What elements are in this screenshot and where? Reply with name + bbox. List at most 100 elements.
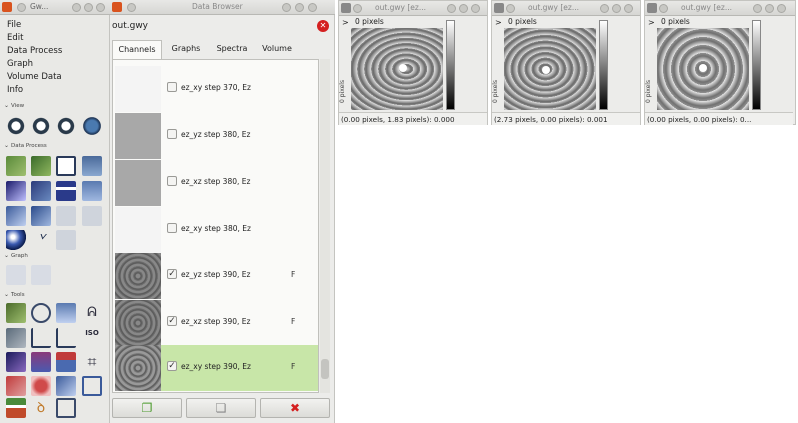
spectro-icon[interactable]: ᕱ: [82, 303, 102, 323]
section-graph[interactable]: ⌄ Graph: [4, 252, 28, 259]
list-item[interactable]: ez_xy step 380, Ez: [115, 207, 318, 253]
section-data-process[interactable]: ⌄ Data Process: [4, 142, 47, 149]
polynomial-icon[interactable]: [6, 352, 26, 372]
menu-info[interactable]: Info: [7, 85, 23, 95]
browser-titlebar[interactable]: Data Browser: [110, 0, 335, 15]
stats-tool-icon[interactable]: [56, 352, 76, 372]
3d-view-icon[interactable]: [82, 116, 102, 136]
visibility-checkbox[interactable]: ✓: [167, 316, 177, 326]
remove-spots-icon[interactable]: [6, 376, 26, 396]
menu-icon[interactable]: [17, 3, 26, 12]
list-item[interactable]: ez_xy step 370, Ez: [115, 66, 318, 112]
iso-icon[interactable]: ISO: [82, 328, 102, 348]
menu-graph[interactable]: Graph: [7, 59, 33, 69]
stats-icon[interactable]: [31, 206, 51, 226]
minimize-icon[interactable]: [753, 4, 762, 13]
mask-icon[interactable]: [6, 328, 26, 348]
level-icon[interactable]: [6, 156, 26, 176]
maximize-icon[interactable]: [765, 4, 774, 13]
list-item[interactable]: ✓ ez_yz step 390, Ez F: [115, 253, 318, 299]
menu-file[interactable]: File: [7, 20, 21, 30]
facet-level-icon[interactable]: [31, 156, 51, 176]
rotate-icon[interactable]: [6, 181, 26, 201]
menu-icon[interactable]: [353, 4, 362, 13]
pencil-icon[interactable]: ꝺ: [31, 398, 51, 418]
field-image[interactable]: [504, 28, 596, 110]
close-icon[interactable]: [471, 4, 480, 13]
ruler-arrow[interactable]: >: [342, 18, 349, 27]
close-icon[interactable]: [96, 3, 105, 12]
flip-icon[interactable]: [31, 181, 51, 201]
visibility-checkbox[interactable]: [167, 129, 177, 139]
grain-remove-icon[interactable]: [56, 376, 76, 396]
menu-icon[interactable]: [127, 3, 136, 12]
menu-icon[interactable]: [659, 4, 668, 13]
close-icon[interactable]: [624, 4, 633, 13]
toolbox-titlebar[interactable]: Gw...: [0, 0, 110, 15]
fft-icon[interactable]: [56, 181, 76, 201]
field-image[interactable]: [657, 28, 749, 110]
data-window-titlebar[interactable]: out.gwy [ez...: [492, 1, 640, 16]
maximize-icon[interactable]: [612, 4, 621, 13]
curve-icon[interactable]: ᘁ: [31, 230, 51, 250]
tab-spectra[interactable]: Spectra: [210, 40, 254, 59]
menu-data-process[interactable]: Data Process: [7, 46, 62, 56]
distance-icon[interactable]: [31, 303, 51, 323]
menu-volume-data[interactable]: Volume Data: [7, 72, 62, 82]
minimize-icon[interactable]: [282, 3, 291, 12]
data-window-titlebar[interactable]: out.gwy [ez...: [645, 1, 795, 16]
channel-list[interactable]: ez_xy step 370, Ez ez_yz step 380, Ez ez…: [112, 59, 319, 393]
profile-icon[interactable]: [56, 303, 76, 323]
menu-edit[interactable]: Edit: [7, 33, 23, 43]
tab-volume[interactable]: Volume: [256, 40, 298, 59]
tab-channels[interactable]: Channels: [112, 40, 162, 59]
remove-scars-icon[interactable]: [31, 376, 51, 396]
zoom-out-icon[interactable]: [56, 116, 76, 136]
sphere-icon[interactable]: [6, 230, 26, 250]
data-window-titlebar[interactable]: out.gwy [ez...: [339, 1, 487, 16]
visibility-checkbox[interactable]: [167, 223, 177, 233]
zoom-in-icon[interactable]: [6, 116, 26, 136]
filter-icon[interactable]: [82, 181, 102, 201]
visibility-checkbox[interactable]: ✓: [167, 361, 177, 371]
visibility-checkbox[interactable]: ✓: [167, 269, 177, 279]
section-tools[interactable]: ⌄ Tools: [4, 291, 25, 298]
filter-tool-icon[interactable]: [6, 398, 26, 418]
list-item[interactable]: ez_xz step 380, Ez: [115, 160, 318, 206]
path-level-icon[interactable]: [56, 398, 76, 418]
visibility-checkbox[interactable]: [167, 82, 177, 92]
visibility-checkbox[interactable]: [167, 176, 177, 186]
new-channel-button[interactable]: ❐: [112, 398, 182, 418]
crop-icon[interactable]: [56, 156, 76, 176]
close-icon[interactable]: [777, 4, 786, 13]
ruler-arrow[interactable]: >: [648, 18, 655, 27]
minimize-icon[interactable]: [600, 4, 609, 13]
maximize-icon[interactable]: [84, 3, 93, 12]
scale-icon[interactable]: [82, 156, 102, 176]
list-item-selected[interactable]: ✓ ez_xy step 390, Ez F: [115, 345, 318, 391]
grain-icon[interactable]: [6, 206, 26, 226]
crop-tool-icon[interactable]: ⌗: [82, 352, 102, 372]
read-value-icon[interactable]: [6, 303, 26, 323]
menu-icon[interactable]: [506, 4, 515, 13]
duplicate-channel-button[interactable]: ❏: [186, 398, 256, 418]
color-range-icon[interactable]: [31, 352, 51, 372]
scrollbar[interactable]: [320, 59, 330, 393]
close-icon[interactable]: [308, 3, 317, 12]
zoom-1-1-icon[interactable]: [31, 116, 51, 136]
line-stats-icon[interactable]: [56, 328, 76, 348]
maximize-icon[interactable]: [459, 4, 468, 13]
scrollbar-thumb[interactable]: [321, 359, 329, 379]
angle-icon[interactable]: [31, 328, 51, 348]
list-item[interactable]: ez_yz step 380, Ez: [115, 113, 318, 159]
maximize-icon[interactable]: [295, 3, 304, 12]
list-item[interactable]: ✓ ez_xz step 390, Ez F: [115, 300, 318, 346]
field-image[interactable]: [351, 28, 443, 110]
section-view[interactable]: ⌄ View: [4, 102, 24, 109]
tab-graphs[interactable]: Graphs: [165, 40, 207, 59]
delete-channel-button[interactable]: ✖: [260, 398, 330, 418]
selection-icon[interactable]: [82, 376, 102, 396]
ruler-arrow[interactable]: >: [495, 18, 502, 27]
minimize-icon[interactable]: [72, 3, 81, 12]
close-file-icon[interactable]: ✕: [317, 20, 329, 32]
